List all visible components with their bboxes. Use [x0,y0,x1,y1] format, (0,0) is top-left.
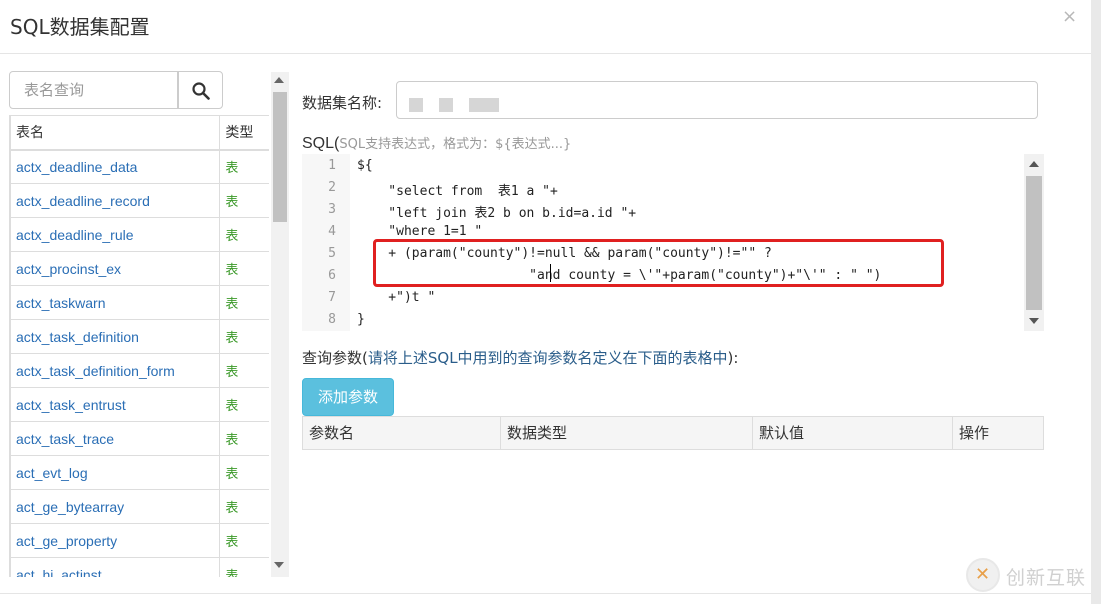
line-number: 8 [328,312,336,327]
column-header-default-value[interactable]: 默认值 [753,417,953,449]
dataset-name-input[interactable] [396,81,1038,119]
table-type-cell: 表 [219,217,269,252]
redacted-text [409,98,423,112]
line-number: 5 [328,246,336,261]
watermark-text: 创新互联 [1006,567,1087,589]
params-label-end: ): [727,349,739,367]
redacted-text [469,98,499,112]
window-edge [1091,0,1101,604]
sql-hint: SQL支持表达式，格式为：${表达式...} [339,137,572,152]
table-name-link[interactable]: actx_deadline_record [10,183,221,218]
table-row[interactable]: actx_deadline_rule 表 [10,217,269,252]
table-type-cell: 表 [219,523,269,558]
highlight-box [373,239,944,287]
watermark: ✕ 创新互联 [966,556,1091,592]
table-list: 表名 类型 actx_deadline_data 表 actx_deadline_r… [9,115,269,577]
query-params-label: 查询参数(请将上述SQL中用到的查询参数名定义在下面的表格中): [302,347,738,368]
line-number-gutter: 1 2 3 4 5 6 7 8 [302,154,350,331]
column-header-param-name[interactable]: 参数名 [303,417,501,449]
table-row[interactable]: act_evt_log 表 [10,455,269,490]
line-number: 1 [328,158,336,173]
table-type-cell: 表 [219,319,269,354]
table-row[interactable]: actx_taskwarn 表 [10,285,269,320]
search-button[interactable] [178,71,223,109]
line-number: 7 [328,290,336,305]
dataset-name-label: 数据集名称: [302,94,383,112]
table-row[interactable]: act_hi_actinst 表 [10,557,269,577]
table-type-cell: 表 [219,557,269,577]
table-name-link[interactable]: actx_taskwarn [10,285,221,320]
table-name-link[interactable]: actx_deadline_rule [10,217,221,252]
table-type-cell: 表 [219,251,269,286]
scroll-down-icon[interactable] [274,562,284,568]
table-row[interactable]: actx_task_entrust 表 [10,387,269,422]
column-header-actions[interactable]: 操作 [953,417,1043,449]
table-name-link[interactable]: act_ge_bytearray [10,489,221,524]
table-type-cell: 表 [219,353,269,388]
code-line[interactable]: "select from 表1 a "+ [357,180,558,199]
table-type-cell: 表 [219,387,269,422]
params-label-text: 查询参数( [302,349,368,367]
scroll-down-icon[interactable] [1029,318,1039,324]
table-type-cell: 表 [219,421,269,456]
modal-header: SQL数据集配置 × [0,0,1091,54]
table-row[interactable]: actx_task_definition 表 [10,319,269,354]
table-list-scrollbar[interactable] [271,72,289,577]
table-name-link[interactable]: actx_task_entrust [10,387,221,422]
table-name-link[interactable]: actx_procinst_ex [10,251,221,286]
table-name-link[interactable]: actx_task_definition [10,319,221,354]
column-header-data-type[interactable]: 数据类型 [501,417,753,449]
param-table-header: 参数名 数据类型 默认值 操作 [302,416,1044,450]
redacted-text [439,98,453,112]
code-line[interactable]: "where 1=1 " [357,224,482,239]
table-row[interactable]: act_ge_bytearray 表 [10,489,269,524]
table-type-cell: 表 [219,455,269,490]
sql-label-text: SQL( [302,135,340,152]
close-icon[interactable]: × [1062,6,1077,27]
code-line[interactable]: +")t " [357,290,435,305]
sql-label: SQL(SQL支持表达式，格式为：${表达式...} [302,133,571,153]
search-icon [192,82,210,100]
table-row[interactable]: actx_task_trace 表 [10,421,269,456]
code-line[interactable]: "left join 表2 b on b.id=a.id "+ [357,202,636,221]
add-param-button[interactable]: 添加参数 [302,378,394,416]
code-line[interactable]: } [357,312,365,327]
table-type-cell: 表 [219,489,269,524]
line-number: 6 [328,268,336,283]
scrollbar-thumb[interactable] [1026,176,1042,310]
table-name-link[interactable]: act_ge_property [10,523,221,558]
table-name-link[interactable]: actx_task_definition_form [10,353,221,388]
scroll-up-icon[interactable] [1029,161,1039,167]
line-number: 4 [328,224,336,239]
column-header-type[interactable]: 类型 [219,115,269,151]
table-name-link[interactable]: act_hi_actinst [10,557,221,577]
table-type-cell: 表 [219,285,269,320]
line-number: 2 [328,180,336,195]
dialog-title: SQL数据集配置 [10,15,150,39]
table-name-link[interactable]: act_evt_log [10,455,221,490]
table-row[interactable]: actx_procinst_ex 表 [10,251,269,286]
editor-scrollbar[interactable] [1024,154,1044,331]
table-type-cell: 表 [219,149,269,184]
table-search-input[interactable]: 表名查询 [9,71,178,109]
table-type-cell: 表 [219,183,269,218]
column-header-name[interactable]: 表名 [10,115,221,151]
table-row[interactable]: act_ge_property 表 [10,523,269,558]
line-number: 3 [328,202,336,217]
watermark-logo: ✕ [966,558,1000,592]
table-row[interactable]: actx_deadline_record 表 [10,183,269,218]
scrollbar-thumb[interactable] [273,92,287,222]
table-row[interactable]: actx_deadline_data 表 [10,149,269,184]
params-hint: 请将上述SQL中用到的查询参数名定义在下面的表格中 [367,349,728,367]
scroll-up-icon[interactable] [274,77,284,83]
table-row[interactable]: actx_task_definition_form 表 [10,353,269,388]
table-name-link[interactable]: actx_deadline_data [10,149,221,184]
code-line[interactable]: ${ [357,158,373,173]
modal-footer-divider [0,593,1091,594]
table-name-link[interactable]: actx_task_trace [10,421,221,456]
